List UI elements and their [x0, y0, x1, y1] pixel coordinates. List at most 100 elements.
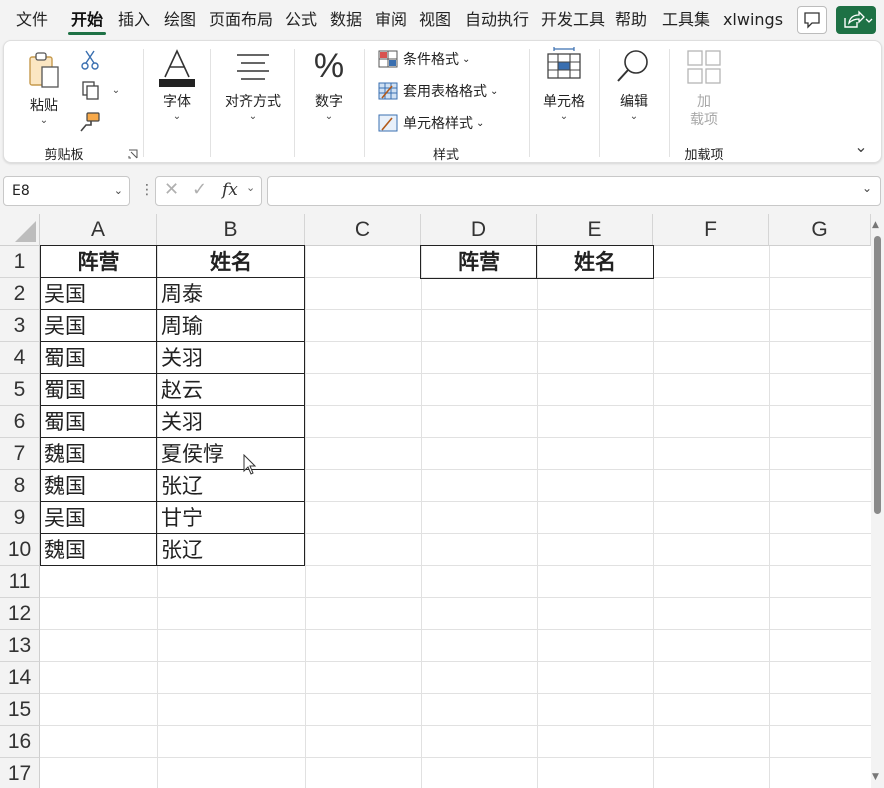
table-cell[interactable]: 周瑜: [157, 310, 305, 342]
row-header[interactable]: 15: [0, 694, 40, 726]
worksheet-grid[interactable]: A B C D E F G 1 2 3 4 5 6 7 8 9 10 11 12 13 14 15 16 17 …: [0, 214, 871, 788]
column-header-b[interactable]: B: [157, 214, 305, 246]
row-header[interactable]: 17: [0, 758, 40, 788]
tab-file[interactable]: 文件: [6, 0, 58, 40]
row-header[interactable]: 1: [0, 246, 40, 278]
scroll-down-icon[interactable]: ▼: [872, 772, 879, 782]
row-header[interactable]: 6: [0, 406, 40, 438]
tab-data[interactable]: 数据: [324, 0, 368, 40]
table-cell[interactable]: 赵云: [157, 374, 305, 406]
table-cell[interactable]: 关羽: [157, 406, 305, 438]
table-cell[interactable]: 蜀国: [40, 406, 157, 438]
table-cell[interactable]: 张辽: [157, 470, 305, 502]
number-button[interactable]: % 数字 ⌄: [302, 47, 356, 129]
alignment-button[interactable]: 对齐方式 ⌄: [218, 49, 288, 129]
addins-button[interactable]: 加 载项: [676, 49, 732, 129]
gridline: [40, 597, 871, 598]
share-button[interactable]: [836, 6, 876, 34]
tab-developer[interactable]: 开发工具: [538, 0, 608, 40]
editing-button[interactable]: 编辑 ⌄: [607, 47, 661, 127]
table-cell[interactable]: 蜀国: [40, 342, 157, 374]
row-header[interactable]: 13: [0, 630, 40, 662]
tab-draw[interactable]: 绘图: [158, 0, 202, 40]
conditional-format-button[interactable]: 条件格式 ⌄: [378, 47, 470, 71]
scroll-up-icon[interactable]: ▲: [872, 220, 879, 230]
column-header-c[interactable]: C: [305, 214, 421, 246]
table-cell[interactable]: 周泰: [157, 278, 305, 310]
cells-dropdown-icon: ⌄: [559, 111, 569, 122]
font-button[interactable]: 字体 ⌄: [152, 49, 202, 129]
tab-insert[interactable]: 插入: [112, 0, 156, 40]
enter-check-icon[interactable]: ✓: [192, 179, 207, 200]
row-header[interactable]: 16: [0, 726, 40, 758]
paste-dropdown-icon[interactable]: ⌄: [22, 115, 66, 126]
tab-view[interactable]: 视图: [414, 0, 456, 40]
tab-page-layout[interactable]: 页面布局: [204, 0, 278, 40]
more-options-icon[interactable]: ⋮: [140, 182, 154, 198]
column-header-d[interactable]: D: [421, 214, 537, 246]
cells-button[interactable]: 单元格 ⌄: [537, 47, 591, 127]
font-label: 字体: [163, 94, 191, 110]
comments-button[interactable]: [797, 6, 827, 34]
cell-a1[interactable]: 阵营: [40, 246, 157, 278]
format-painter-icon[interactable]: [79, 111, 101, 133]
collapse-ribbon-icon[interactable]: ⌄: [852, 137, 870, 156]
row-header[interactable]: 12: [0, 598, 40, 630]
mouse-cursor-icon: [243, 454, 257, 475]
format-as-table-button[interactable]: 套用表格格式 ⌄: [378, 79, 498, 103]
expand-formula-icon[interactable]: ⌄: [862, 181, 872, 195]
row-header[interactable]: 14: [0, 662, 40, 694]
formula-input[interactable]: ⌄: [267, 176, 881, 206]
tab-toolset[interactable]: 工具集: [656, 0, 716, 40]
row-header[interactable]: 10: [0, 534, 40, 566]
table-cell[interactable]: 吴国: [40, 502, 157, 534]
table-cell[interactable]: 魏国: [40, 534, 157, 566]
cell-b1[interactable]: 姓名: [157, 246, 305, 278]
tab-home[interactable]: 开始: [64, 0, 110, 40]
dialog-launcher-icon[interactable]: [128, 149, 138, 159]
tab-formulas[interactable]: 公式: [280, 0, 322, 40]
row-header[interactable]: 4: [0, 342, 40, 374]
table-cell[interactable]: 甘宁: [157, 502, 305, 534]
function-dropdown-icon[interactable]: ⌄: [246, 181, 255, 194]
tab-help[interactable]: 帮助: [610, 0, 652, 40]
vertical-scrollbar[interactable]: ▲ ▼: [871, 214, 884, 788]
tab-xlwings[interactable]: xlwings: [718, 0, 788, 40]
tab-review[interactable]: 审阅: [370, 0, 412, 40]
row-header[interactable]: 8: [0, 470, 40, 502]
table-cell[interactable]: 蜀国: [40, 374, 157, 406]
copy-dropdown-icon[interactable]: ⌄: [110, 85, 122, 96]
cell-d1[interactable]: 阵营: [421, 246, 537, 278]
name-box-dropdown-icon[interactable]: ⌄: [114, 177, 123, 205]
cut-icon[interactable]: [80, 49, 100, 71]
table-cell[interactable]: 吴国: [40, 310, 157, 342]
cell-e1[interactable]: 姓名: [537, 246, 653, 278]
table-cell[interactable]: 张辽: [157, 534, 305, 566]
table-cell[interactable]: 关羽: [157, 342, 305, 374]
scrollbar-thumb[interactable]: [874, 236, 881, 514]
name-box[interactable]: E8 ⌄: [3, 176, 130, 206]
cell-styles-button[interactable]: 单元格样式 ⌄: [378, 111, 484, 135]
copy-icon[interactable]: [80, 79, 102, 101]
insert-function-button[interactable]: fx: [222, 180, 238, 200]
row-header[interactable]: 11: [0, 566, 40, 598]
tab-automate[interactable]: 自动执行: [458, 0, 536, 40]
table-cell[interactable]: 魏国: [40, 470, 157, 502]
row-header[interactable]: 5: [0, 374, 40, 406]
select-all-button[interactable]: [0, 214, 40, 246]
table-cell[interactable]: 夏侯惇: [157, 438, 305, 470]
row-header[interactable]: 9: [0, 502, 40, 534]
row-header[interactable]: 3: [0, 310, 40, 342]
paste-button[interactable]: 粘贴 ⌄: [22, 49, 66, 129]
column-header-g[interactable]: G: [769, 214, 871, 246]
cancel-icon[interactable]: ✕: [164, 179, 179, 200]
table-cell[interactable]: 魏国: [40, 438, 157, 470]
column-header-f[interactable]: F: [653, 214, 769, 246]
table-cell[interactable]: 吴国: [40, 278, 157, 310]
column-header-a[interactable]: A: [40, 214, 157, 246]
row-header[interactable]: 7: [0, 438, 40, 470]
alignment-label: 对齐方式: [225, 94, 281, 110]
group-separator: [143, 49, 144, 157]
column-header-e[interactable]: E: [537, 214, 653, 246]
row-header[interactable]: 2: [0, 278, 40, 310]
